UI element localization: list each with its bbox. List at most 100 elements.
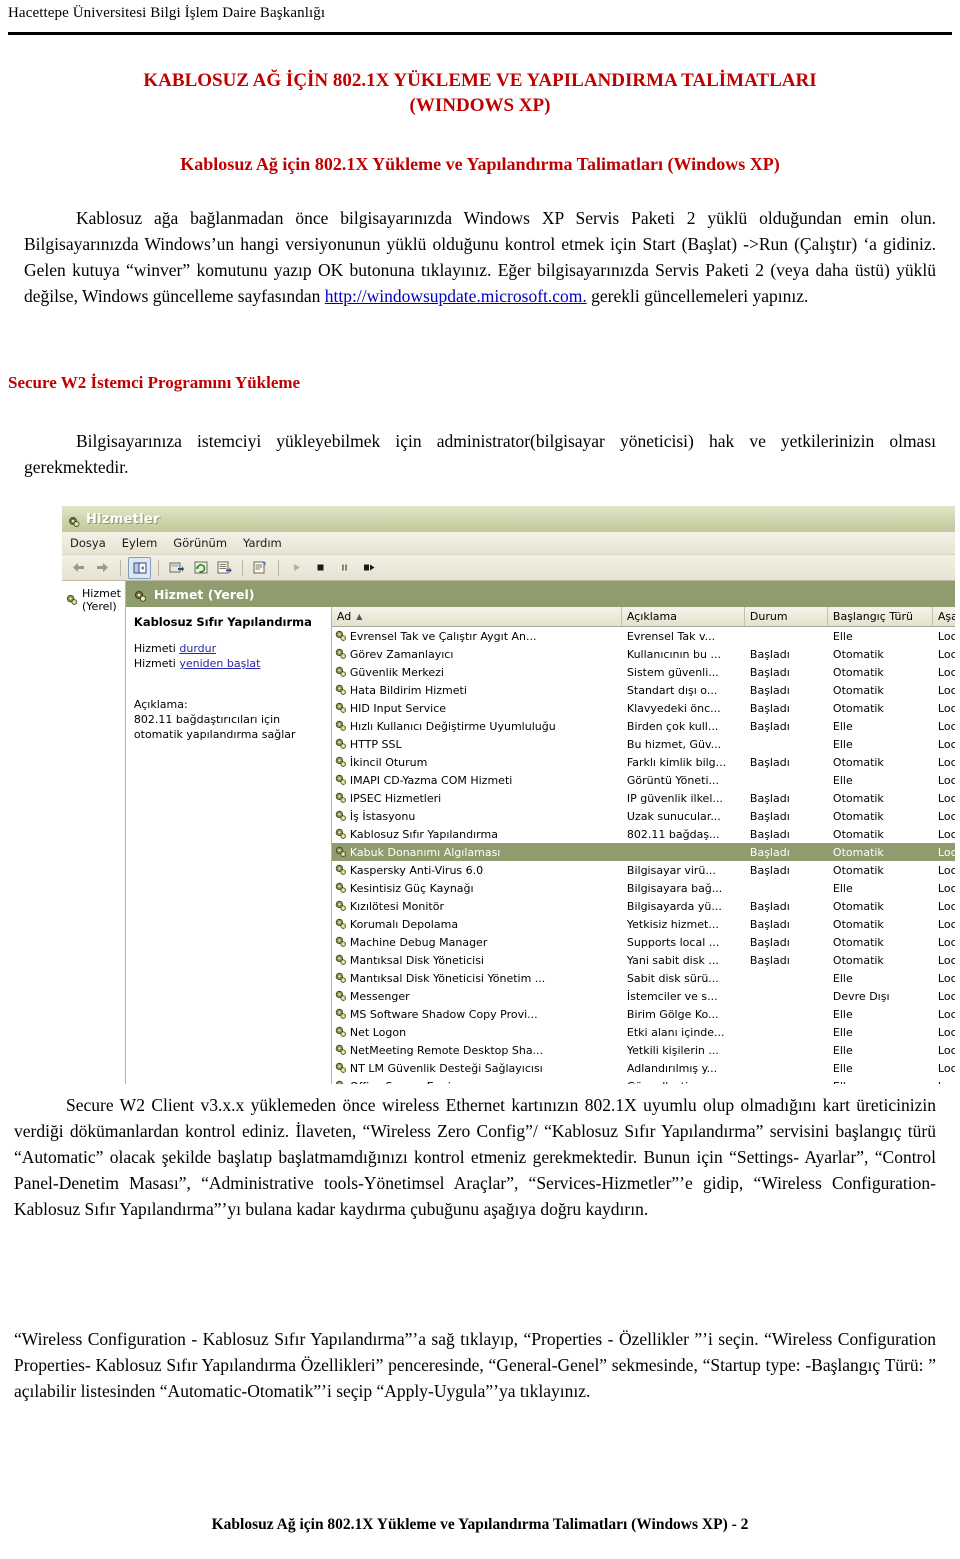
table-cell-ba-lang-t-r: Otomatik <box>832 863 884 877</box>
menu-item-yardim[interactable]: Yardım <box>243 536 282 550</box>
services-menubar[interactable]: Dosya Eylem Görünüm Yardım <box>62 532 955 555</box>
restart-service-icon[interactable] <box>358 558 379 578</box>
table-row[interactable]: Kesintisiz Güç Kaynağı Bilgisayara bağ...… <box>332 879 955 897</box>
doc-title-line2: (WINDOWS XP) <box>409 95 551 116</box>
paragraph-admin-rights: Bilgisayarınıza istemciyi yükleyebilmek … <box>24 431 936 477</box>
table-cell-ba-lang-t-r: Elle <box>832 629 853 643</box>
table-row[interactable]: Hata Bildirim Hizmeti Standart dışı o... B… <box>332 681 955 699</box>
service-gear-icon <box>335 972 347 984</box>
services-rows[interactable]: Evrensel Tak ve Çalıştır Aygıt An... Evre… <box>331 627 955 1084</box>
table-row[interactable]: Hızlı Kullanıcı Değiştirme Uyumluluğu Bir… <box>332 717 955 735</box>
export-file-icon[interactable] <box>214 558 235 578</box>
table-cell-ad: Mantıksal Disk Yöneticisi Yönetim ... <box>332 972 622 985</box>
show-tree-icon[interactable] <box>128 556 151 579</box>
table-row[interactable]: IPSEC Hizmetleri IP güvenlik ilkel... Başl… <box>332 789 955 807</box>
table-row[interactable]: Güvenlik Merkezi Sistem güvenli... Başladı… <box>332 663 955 681</box>
table-row[interactable]: Mantıksal Disk Yöneticisi Yani sabit disk… <box>332 951 955 969</box>
windowsupdate-link[interactable]: http://windowsupdate.microsoft.com. <box>325 286 587 306</box>
stop-service-link[interactable]: durdur <box>179 642 216 655</box>
toolbar-separator <box>158 559 159 576</box>
services-column-headers[interactable]: Ad ▲ Açıklama Durum Başlangıç Türü Aşağıd… <box>331 607 955 627</box>
service-name-label: Korumalı Depolama <box>349 917 459 931</box>
export-list-icon[interactable] <box>166 558 187 578</box>
detail-stop-action[interactable]: Hizmeti durdur <box>134 641 323 656</box>
table-row[interactable]: Evrensel Tak ve Çalıştır Aygıt An... Evre… <box>332 627 955 645</box>
table-cell-a-a-daki-hes: Local System <box>937 737 955 751</box>
table-row[interactable]: Net Logon Etki alanı içinde... Elle Local S… <box>332 1023 955 1041</box>
table-row[interactable]: Messenger İstemciler ve s... Devre Dışı Loc… <box>332 987 955 1005</box>
header-divider <box>8 32 952 35</box>
forward-arrow-icon[interactable] <box>92 558 113 578</box>
service-name-label: IPSEC Hizmetleri <box>349 791 442 805</box>
svg-text:?: ? <box>262 561 266 570</box>
start-service-icon[interactable] <box>286 558 307 578</box>
service-gear-icon <box>335 1044 347 1056</box>
table-row[interactable]: NT LM Güvenlik Desteği Sağlayıcısı Adland… <box>332 1059 955 1077</box>
table-row[interactable]: Kızılötesi Monitör Bilgisayarda yü... Başl… <box>332 897 955 915</box>
service-name-label: Machine Debug Manager <box>349 935 488 949</box>
table-cell-durum: Başladı <box>749 863 790 877</box>
service-gear-icon <box>335 1008 347 1020</box>
table-row[interactable]: HID Input Service Klavyedeki önc... Başlad… <box>332 699 955 717</box>
table-row[interactable]: MS Software Shadow Copy Provi... Birim Gö… <box>332 1005 955 1023</box>
service-name-label: Hata Bildirim Hizmeti <box>349 683 467 697</box>
column-header-aciklama[interactable]: Açıklama <box>622 607 745 626</box>
table-cell-ad: HTTP SSL <box>332 738 622 751</box>
table-row[interactable]: Machine Debug Manager Supports local ... B… <box>332 933 955 951</box>
service-gear-icon <box>335 990 347 1002</box>
table-cell-a-klama: Bilgisayar virü... <box>626 863 716 877</box>
detail-restart-action[interactable]: Hizmeti yeniden başlat <box>134 656 323 671</box>
pause-service-icon[interactable] <box>334 558 355 578</box>
menu-item-eylem[interactable]: Eylem <box>122 536 158 550</box>
menu-item-gorunum[interactable]: Görünüm <box>173 536 227 550</box>
table-row[interactable]: HTTP SSL Bu hizmet, Güv... Elle Local Syste… <box>332 735 955 753</box>
table-cell-durum: Başladı <box>749 953 790 967</box>
table-cell-a-a-daki-hes: Local Service <box>937 881 955 895</box>
table-cell-durum: Başladı <box>749 827 790 841</box>
table-row[interactable]: Kablosuz Sıfır Yapılandırma 802.11 bağdaş… <box>332 825 955 843</box>
refresh-icon[interactable] <box>190 558 211 578</box>
table-row[interactable]: Korumalı Depolama Yetkisiz hizmet... Başla… <box>332 915 955 933</box>
table-cell-ba-lang-t-r: Elle <box>832 881 853 895</box>
tree-item-hizmet-yerel[interactable]: Hizmet (Yerel) <box>66 587 121 613</box>
column-header-ad[interactable]: Ad ▲ <box>332 607 622 626</box>
table-row[interactable]: Görev Zamanlayıcı Kullanıcının bu ... Başl… <box>332 645 955 663</box>
paragraph-properties-steps: “Wireless Configuration - Kablosuz Sıfır… <box>14 1329 936 1401</box>
table-row[interactable]: İş İstasyonu Uzak sunucular... Başladı Otom… <box>332 807 955 825</box>
column-header-durum[interactable]: Durum <box>745 607 828 626</box>
column-header-asagidaki-hesap[interactable]: Aşağıdaki Hes... <box>933 607 955 626</box>
column-header-baslangic-turu[interactable]: Başlangıç Türü <box>828 607 933 626</box>
table-cell-a-klama: Sabit disk sürü... <box>626 971 719 985</box>
services-toolbar[interactable]: ? <box>62 555 955 581</box>
table-cell-a-klama: Evrensel Tak v... <box>626 629 716 643</box>
table-cell-a-klama: Birden çok kull... <box>626 719 719 733</box>
back-arrow-icon[interactable] <box>68 558 89 578</box>
services-list-pane[interactable]: Ad ▲ Açıklama Durum Başlangıç Türü Aşağıd… <box>331 607 955 1084</box>
table-cell-a-klama: Etki alanı içinde... <box>626 1025 725 1039</box>
stop-service-icon[interactable] <box>310 558 331 578</box>
institution-name: Hacettepe Üniversitesi Bilgi İşlem Daire… <box>8 5 326 21</box>
toolbar-separator <box>278 559 279 576</box>
table-cell-ad: HID Input Service <box>332 702 622 715</box>
table-row[interactable]: Mantıksal Disk Yöneticisi Yönetim ... Sab… <box>332 969 955 987</box>
properties-icon[interactable]: ? <box>250 558 271 578</box>
table-row[interactable]: İkincil Oturum Farklı kimlik bilg... Başla… <box>332 753 955 771</box>
table-cell-ad: Kabuk Donanımı Algılaması <box>332 846 622 859</box>
page-header: Hacettepe Üniversitesi Bilgi İşlem Daire… <box>8 4 952 22</box>
table-row[interactable]: IMAPI CD-Yazma COM Hizmeti Görüntü Yöneti… <box>332 771 955 789</box>
service-name-label: Kablosuz Sıfır Yapılandırma <box>349 827 498 841</box>
table-row[interactable]: Kabuk Donanımı Algılaması Başladı Otomatik… <box>331 843 955 861</box>
service-name-label: Kabuk Donanımı Algılaması <box>349 845 501 859</box>
table-row[interactable]: Office Source Engine Güncelleştirme ... El… <box>332 1077 955 1084</box>
table-cell-a-a-daki-hes: Local System <box>937 953 955 967</box>
table-cell-ba-lang-t-r: Otomatik <box>832 935 884 949</box>
service-name-label: Görev Zamanlayıcı <box>349 647 454 661</box>
restart-service-link[interactable]: yeniden başlat <box>179 657 260 670</box>
sort-ascending-icon: ▲ <box>356 612 363 621</box>
service-name-label: Evrensel Tak ve Çalıştır Aygıt An... <box>349 629 537 643</box>
table-row[interactable]: NetMeeting Remote Desktop Sha... Yetkili … <box>332 1041 955 1059</box>
service-gear-icon <box>335 1080 347 1084</box>
services-tree-pane[interactable]: Hizmet (Yerel) <box>62 581 126 1084</box>
menu-item-dosya[interactable]: Dosya <box>70 536 106 550</box>
table-row[interactable]: Kaspersky Anti-Virus 6.0 Bilgisayar virü.… <box>332 861 955 879</box>
